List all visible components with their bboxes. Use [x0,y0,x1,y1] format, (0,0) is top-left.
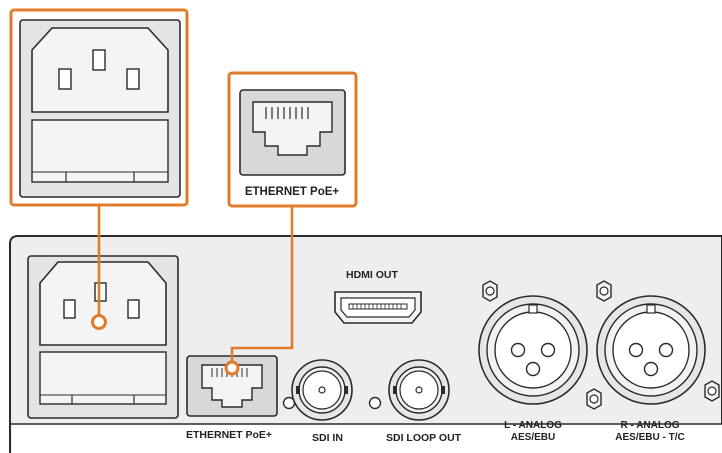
hex-screw-left [482,280,498,302]
hex-screw-mid [596,280,612,302]
ethernet-highlight-marker [224,360,240,376]
rear-panel-diagram: ETHERNET PoE+ SDI IN SDI LOOP OUT HDMI O… [9,8,722,453]
sdi-in-label: SDI IN [312,432,343,444]
power-detail-callout [9,8,189,207]
power-inlet [27,255,179,419]
ethernet-detail-label: ETHERNET PoE+ [245,186,340,198]
hex-screw-lower-right [704,380,720,402]
xlr-right-label-line2: AES/EBU - T/C [615,432,684,443]
xlr-left-label-line2: AES/EBU [511,432,555,443]
hex-screw-lower-left [586,388,602,410]
sdi-loop-out-label: SDI LOOP OUT [386,432,462,444]
sdi-status-led [368,396,382,410]
hdmi-out-label: HDMI OUT [346,269,398,281]
ethernet-label: ETHERNET PoE+ [186,429,272,441]
xlr-left-label-line1: L - ANALOG [504,420,562,431]
xlr-right-label-line1: R - ANALOG [620,420,679,431]
ethernet-detail-callout: ETHERNET PoE+ [227,71,358,208]
power-highlight-marker [91,314,107,330]
